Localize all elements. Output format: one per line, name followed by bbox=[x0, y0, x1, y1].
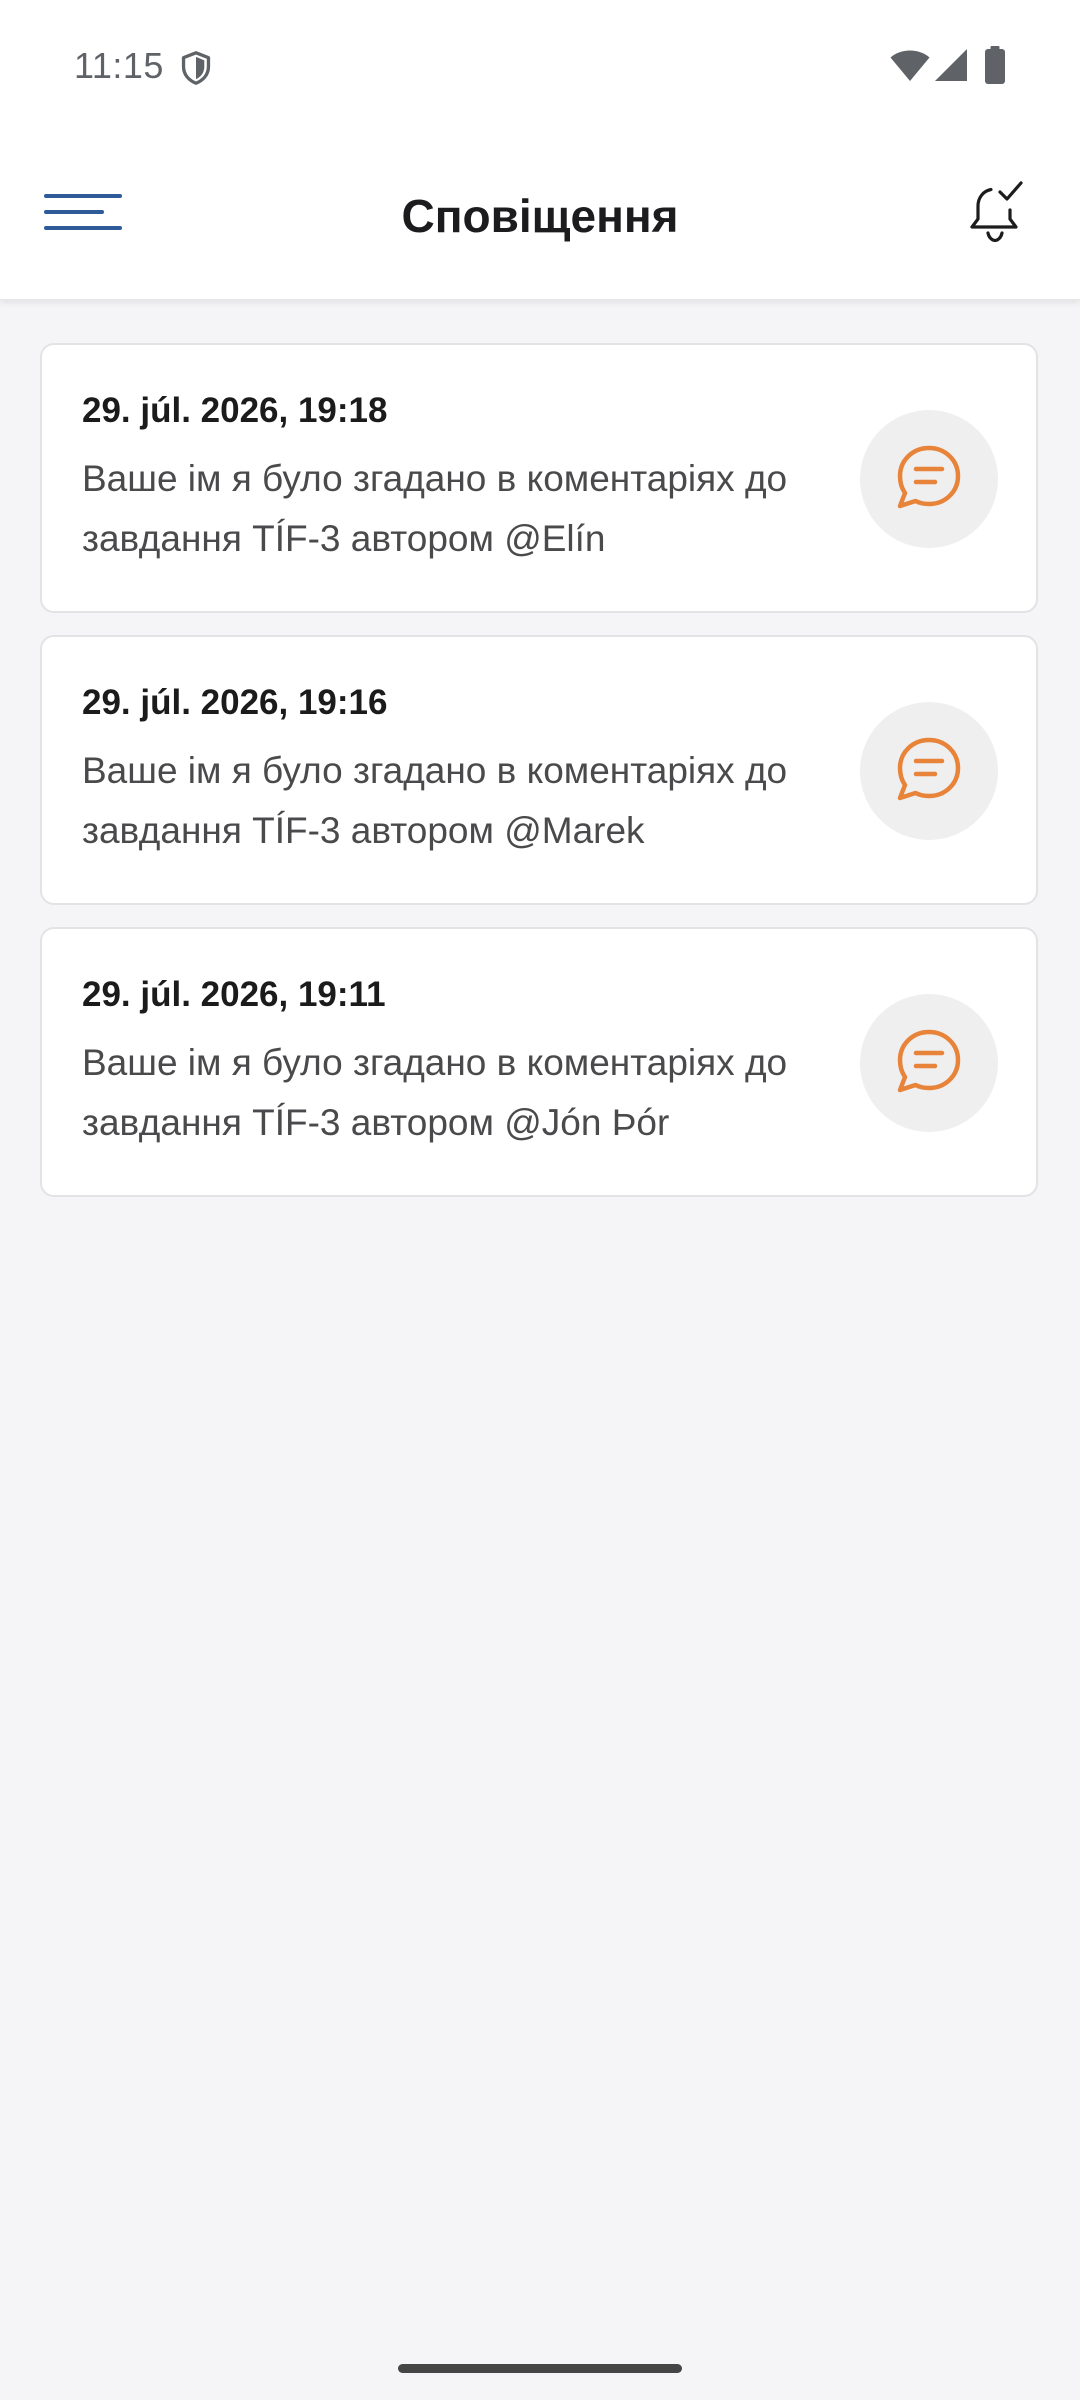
home-indicator[interactable] bbox=[398, 2364, 682, 2373]
notification-message: Ваше ім я було згадано в коментаріях до … bbox=[82, 1042, 788, 1143]
notification-list: 29. júl. 2026, 19:18 Ваше ім я було згад… bbox=[40, 343, 1040, 1219]
page-title: Сповіщення bbox=[401, 190, 679, 242]
comment-icon-badge bbox=[860, 702, 998, 840]
comment-icon bbox=[897, 445, 961, 509]
notification-card[interactable]: 29. júl. 2026, 19:16 Ваше ім я було згад… bbox=[40, 635, 1038, 905]
cellular-signal-icon bbox=[935, 49, 967, 81]
comment-icon bbox=[897, 1029, 961, 1093]
shield-icon bbox=[181, 51, 211, 85]
notification-date: 29. júl. 2026, 19:11 bbox=[82, 975, 386, 1014]
notification-message: Ваше ім я було згадано в коментаріях до … bbox=[82, 458, 788, 559]
notification-date: 29. júl. 2026, 19:18 bbox=[82, 391, 388, 430]
notification-card[interactable]: 29. júl. 2026, 19:18 Ваше ім я було згад… bbox=[40, 343, 1038, 613]
bell-check-icon[interactable] bbox=[964, 180, 1030, 246]
notification-date: 29. júl. 2026, 19:16 bbox=[82, 683, 388, 722]
app-bar: Сповіщення bbox=[0, 160, 1080, 272]
status-time: 11:15 bbox=[74, 45, 164, 86]
comment-icon-badge bbox=[860, 994, 998, 1132]
battery-icon bbox=[985, 46, 1005, 84]
wifi-icon bbox=[890, 50, 930, 81]
comment-icon-badge bbox=[860, 410, 998, 548]
notification-message: Ваше ім я було згадано в коментаріях до … bbox=[82, 750, 788, 851]
status-bar: 11:15 bbox=[0, 0, 1080, 130]
comment-icon bbox=[897, 737, 961, 801]
notification-card[interactable]: 29. júl. 2026, 19:11 Ваше ім я було згад… bbox=[40, 927, 1038, 1197]
top-area: 11:15 Сповіщення bbox=[0, 0, 1080, 300]
